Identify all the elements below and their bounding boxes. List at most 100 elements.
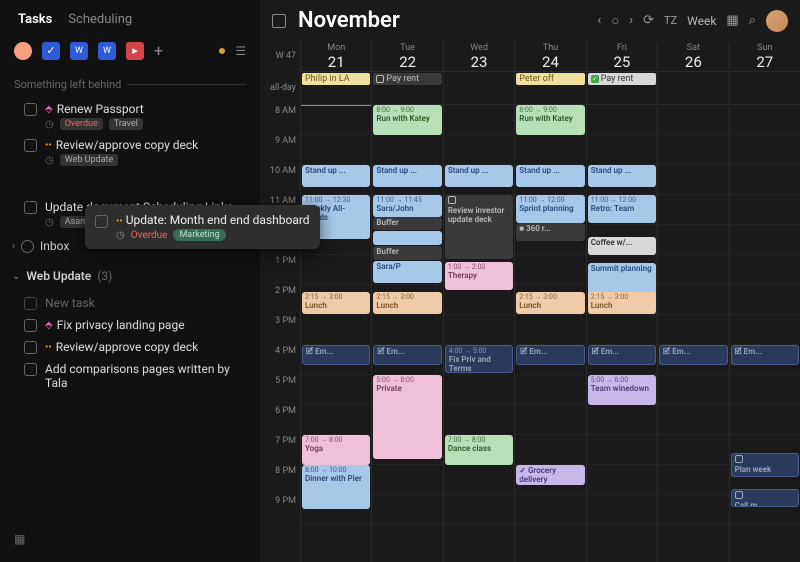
calendar-event[interactable]: Review investor update deck	[445, 195, 513, 259]
calendar-event[interactable]: 2:15 → 3:00Lunch	[516, 292, 584, 314]
slides-app-icon[interactable]: ▸	[126, 42, 144, 60]
calendar-event[interactable]: 7:00 → 8:00Yoga	[302, 435, 370, 465]
allday-cell[interactable]: Philip in LA	[301, 71, 371, 105]
web-update-section[interactable]: ⌄ Web Update (3)	[6, 261, 254, 291]
task-checkbox[interactable]	[24, 297, 37, 310]
calendar-event[interactable]: 🗹 Em...	[373, 345, 441, 365]
allday-cell[interactable]	[730, 71, 800, 105]
task-review-copy-2[interactable]: ••Review/approve copy deck	[6, 335, 254, 357]
allday-cell[interactable]: ✓Pay rent	[587, 71, 657, 105]
calendar-event[interactable]: 8:00 → 9:00Run with Katey	[373, 105, 441, 135]
calendar-event[interactable]: Buffer	[373, 246, 441, 260]
view-selector[interactable]: Week	[687, 14, 716, 28]
list-view-icon[interactable]: ☰	[235, 44, 246, 58]
day-column[interactable]: Sun27🗹 Em... Plan week Call m...	[729, 41, 800, 562]
calendar-event[interactable]: 5:00 → 8:00Private	[373, 375, 441, 459]
task-checkbox[interactable]	[24, 341, 37, 354]
day-column[interactable]: Mon21Philip in LAStand up ...11:00 → 12:…	[300, 41, 371, 562]
calendar-event[interactable]: 8:00 → 9:00Run with Katey	[516, 105, 584, 135]
calendar-event[interactable]: Coffee w/...	[588, 237, 656, 255]
allday-event[interactable]: ✓Pay rent	[588, 73, 656, 85]
add-integration-icon[interactable]: +	[154, 41, 163, 60]
calendar-event[interactable]: 11:00 → 12:00Retro: Team	[588, 195, 656, 223]
today-icon[interactable]: ○	[611, 13, 619, 29]
hour-cells[interactable]: Stand up ... 11:00 → 12:00Retro: Team Coff…	[587, 105, 657, 525]
allday-cell[interactable]: Pay rent	[372, 71, 442, 105]
task-checkbox[interactable]	[24, 201, 37, 214]
calendar-event[interactable]: 2:15 → 3:00Lunch	[588, 292, 656, 314]
calendar-event[interactable]: Stand up ...	[588, 165, 656, 187]
calendar-event[interactable]: 8:00 → 10:00Dinner with Pier	[302, 465, 370, 509]
calendar-event[interactable]: 7:00 → 8:00Dance class	[445, 435, 513, 465]
calendar-event[interactable]: Call m...	[731, 489, 799, 507]
calendar-event[interactable]: 🗹 Em...	[731, 345, 799, 365]
hour-cells[interactable]: 8:00 → 9:00Run with Katey Stand up ... 11:…	[372, 105, 442, 525]
calendar-event[interactable]: Stand up ...	[302, 165, 370, 187]
allday-cell[interactable]	[658, 71, 728, 105]
timezone-label[interactable]: TZ	[664, 14, 677, 27]
calendar-event[interactable]: 🗹 Em...	[516, 345, 584, 365]
word-app-icon-2[interactable]: W	[98, 42, 116, 60]
calendar-icon[interactable]: ▦	[6, 524, 254, 554]
task-checkbox[interactable]	[24, 139, 37, 152]
task-checkbox[interactable]	[95, 215, 108, 228]
allday-event[interactable]: Peter off	[516, 73, 584, 85]
panel-toggle-icon[interactable]	[272, 14, 286, 28]
task-checkbox[interactable]	[24, 103, 37, 116]
allday-event[interactable]: Pay rent	[373, 73, 441, 85]
user-avatar[interactable]	[766, 10, 788, 32]
calendar-event[interactable]: Sara/P	[373, 261, 441, 283]
hour-label: 1 PM	[260, 255, 296, 285]
calendar-event[interactable]: 🗹 Em...	[588, 345, 656, 365]
calendar-event[interactable]: Buffer	[373, 217, 441, 230]
calendar-event[interactable]: 🗹 Em...	[659, 345, 727, 365]
calendar-event[interactable]: 11:00 → 11:45Sara/John	[373, 195, 441, 217]
search-icon[interactable]: ⌕	[749, 13, 756, 28]
next-icon[interactable]: ›	[629, 13, 633, 28]
task-add-comparisons[interactable]: Add comparisons pages written by Tala	[6, 357, 254, 393]
hour-cells[interactable]: Stand up ... Review investor update deck…	[444, 105, 514, 525]
calendar-icon[interactable]: ▦	[726, 13, 738, 28]
day-column[interactable]: Tue22Pay rent8:00 → 9:00Run with KateySt…	[371, 41, 442, 562]
task-renew-passport[interactable]: ⬘Renew Passport ◷OverdueTravel	[6, 97, 254, 133]
calendar-event[interactable]: Stand up ...	[445, 165, 513, 187]
calendar-event[interactable]: Stand up ...	[373, 165, 441, 187]
calendar-event[interactable]: 1:00 → 2:00Therapy	[445, 262, 513, 290]
tab-scheduling[interactable]: Scheduling	[68, 12, 132, 27]
allday-cell[interactable]: Peter off	[515, 71, 585, 105]
hour-cells[interactable]: 🗹 Em... Plan week Call m...	[730, 105, 800, 525]
hour-cells[interactable]: Stand up ...11:00 → 12:30Weekly All-Hand…	[301, 105, 371, 525]
calendar-event[interactable]: 2:15 → 3:00Lunch	[302, 292, 370, 314]
allday-event[interactable]: Philip in LA	[302, 73, 370, 85]
hour-cells[interactable]: 🗹 Em...	[658, 105, 728, 525]
calendar-event[interactable]: 2:15 → 3:00Lunch	[373, 292, 441, 314]
day-column[interactable]: Wed23Stand up ... Review investor update…	[443, 41, 514, 562]
hour-cells[interactable]: 8:00 → 9:00Run with Katey Stand up ... 11:…	[515, 105, 585, 525]
task-new-task[interactable]: New task	[6, 291, 254, 313]
day-column[interactable]: Sat26🗹 Em...	[657, 41, 728, 562]
refresh-icon[interactable]: ⟳	[643, 13, 654, 28]
notification-dot-icon[interactable]	[219, 48, 225, 54]
prev-icon[interactable]: ‹	[597, 13, 601, 28]
todo-app-icon[interactable]: ✓	[42, 42, 60, 60]
task-checkbox[interactable]	[24, 363, 37, 376]
calendar-event[interactable]: 11:00 → 12:00Sprint planning	[516, 195, 584, 223]
tab-tasks[interactable]: Tasks	[18, 12, 52, 27]
calendar-event[interactable]: 🗹 Em...	[302, 345, 370, 365]
word-app-icon[interactable]: W	[70, 42, 88, 60]
calendar-event[interactable]	[373, 231, 441, 245]
calendar-event[interactable]: 5:00 → 6:00Team winedown	[588, 375, 656, 405]
calendar-event[interactable]: 4:00 → 5:00Fix Priv and Terms	[445, 345, 513, 373]
calendar-event[interactable]: ■ 360 r...	[516, 223, 584, 241]
allday-cell[interactable]	[444, 71, 514, 105]
day-column[interactable]: Fri25✓Pay rentStand up ...11:00 → 12:00R…	[586, 41, 657, 562]
task-checkbox[interactable]	[24, 319, 37, 332]
task-review-copy-deck[interactable]: ••Review/approve copy deck ◷Web Update	[6, 133, 254, 169]
day-column[interactable]: Thu24Peter off8:00 → 9:00Run with KateyS…	[514, 41, 585, 562]
calendar-event[interactable]: Plan week	[731, 453, 799, 477]
task-fix-privacy[interactable]: ⬘Fix privacy landing page	[6, 313, 254, 335]
avatar-small-icon[interactable]	[14, 42, 32, 60]
calendar-event[interactable]: ✓ Grocery delivery	[516, 465, 584, 485]
section-something-left-behind: Something left behind	[6, 72, 254, 97]
calendar-event[interactable]: Stand up ...	[516, 165, 584, 187]
